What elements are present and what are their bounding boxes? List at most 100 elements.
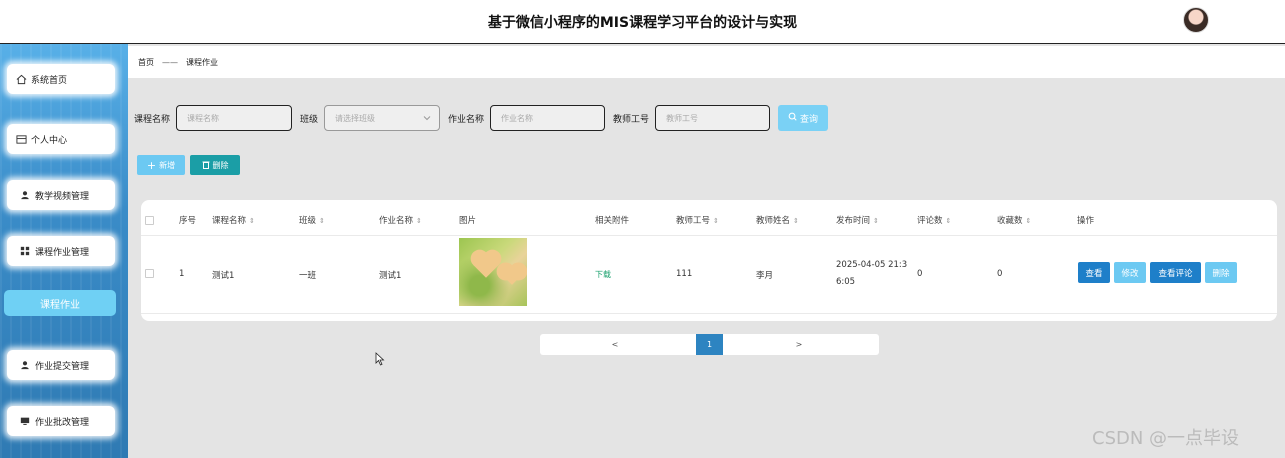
- course-name-input[interactable]: 课程名称: [176, 105, 293, 131]
- grid-icon: [19, 245, 31, 257]
- th-publish-time-label: 发布时间: [836, 216, 871, 226]
- prev-page-button[interactable]: <: [600, 334, 630, 355]
- sidebar-item-label: 作业提交管理: [35, 361, 90, 372]
- th-teacher-id[interactable]: 教师工号 ⇕: [676, 214, 719, 226]
- th-comments[interactable]: 评论数 ⇕: [917, 214, 951, 226]
- th-teacher-name[interactable]: 教师姓名 ⇕: [756, 214, 799, 226]
- th-publish-time[interactable]: 发布时间 ⇕: [836, 214, 879, 226]
- page-1-button[interactable]: 1: [696, 334, 723, 355]
- th-favorites-label: 收藏数: [997, 216, 1023, 226]
- sidebar-item-label: 个人中心: [31, 135, 68, 146]
- next-page-button[interactable]: >: [784, 334, 814, 355]
- app-title: 基于微信小程序的MIS课程学习平台的设计与实现: [487, 15, 798, 31]
- user-avatar[interactable]: [1183, 7, 1209, 33]
- sidebar-item-label: 系统首页: [31, 75, 68, 86]
- search-button[interactable]: 查询: [778, 105, 829, 131]
- add-button[interactable]: + 新增: [137, 155, 185, 175]
- cell-class: 一班: [299, 271, 317, 281]
- cell-comments: 0: [917, 269, 923, 279]
- sidebar-item-label: 教学视频管理: [35, 191, 90, 202]
- breadcrumb: 首页 —— 课程作业: [128, 46, 1285, 78]
- sidebar-subitem-label: 课程作业: [40, 299, 80, 311]
- row-delete-button[interactable]: 删除: [1205, 262, 1237, 283]
- add-button-label: 新增: [159, 160, 176, 170]
- homework-name-input[interactable]: 作业名称: [490, 105, 606, 131]
- view-comments-button[interactable]: 查看评论: [1150, 262, 1201, 283]
- class-select[interactable]: 请选择班级: [324, 105, 441, 131]
- sidebar-item-label: 作业批改管理: [35, 417, 90, 428]
- search-button-label: 查询: [800, 114, 819, 125]
- teacher-id-label: 教师工号: [613, 114, 650, 125]
- th-favorites[interactable]: 收藏数 ⇕: [997, 214, 1031, 226]
- sort-icon: ⇕: [713, 217, 719, 225]
- teacher-id-input[interactable]: 教师工号: [655, 105, 771, 131]
- th-class-label: 班级: [299, 216, 317, 226]
- th-attachment: 相关附件: [595, 216, 630, 226]
- watermark: CSDN @一点毕设: [1092, 428, 1240, 449]
- class-placeholder: 请选择班级: [335, 113, 376, 123]
- sidebar-item-homework-mgmt[interactable]: 课程作业管理: [7, 236, 115, 266]
- th-homework[interactable]: 作业名称 ⇕: [379, 214, 422, 226]
- th-image: 图片: [459, 216, 477, 226]
- view-button[interactable]: 查看: [1078, 262, 1110, 283]
- cell-publish-time-line2: 6:05: [836, 277, 856, 287]
- homework-name-label: 作业名称: [448, 114, 485, 125]
- sort-icon: ⇕: [416, 217, 422, 225]
- breadcrumb-home[interactable]: 首页: [138, 57, 154, 68]
- row-checkbox[interactable]: [145, 269, 154, 278]
- cell-teacher-name: 李月: [756, 271, 774, 281]
- edit-button[interactable]: 修改: [1114, 262, 1146, 283]
- cell-favorites: 0: [997, 269, 1003, 279]
- delete-button[interactable]: 删除: [190, 155, 240, 175]
- cell-course: 测试1: [212, 271, 235, 281]
- sidebar-item-grading[interactable]: 作业批改管理: [7, 406, 115, 436]
- delete-button-label: 删除: [212, 160, 229, 170]
- mouse-cursor-icon: [375, 352, 385, 369]
- homework-image[interactable]: [459, 238, 527, 306]
- class-label: 班级: [300, 114, 319, 125]
- homework-name-placeholder: 作业名称: [501, 113, 534, 123]
- cell-publish-time-line1: 2025-04-05 21:3: [836, 260, 908, 270]
- pagination: < 1 >: [540, 334, 879, 355]
- cell-index: 1: [179, 269, 185, 279]
- home-icon: [15, 73, 27, 85]
- sort-icon: ⇕: [793, 217, 799, 225]
- sidebar-item-label: 课程作业管理: [35, 247, 90, 258]
- plus-icon: +: [146, 158, 157, 172]
- select-all-checkbox[interactable]: [145, 216, 154, 225]
- top-bar: 基于微信小程序的MIS课程学习平台的设计与实现: [0, 0, 1285, 44]
- search-filters: 课程名称 课程名称 班级 请选择班级 作业名称 作业名称 教师工号 教师工号 查…: [134, 104, 829, 132]
- toolbar: + 新增 删除: [137, 155, 240, 175]
- teacher-id-placeholder: 教师工号: [666, 113, 699, 123]
- sidebar-item-video[interactable]: 教学视频管理: [7, 180, 115, 210]
- th-teacher-id-label: 教师工号: [676, 216, 711, 226]
- id-card-icon: [15, 133, 27, 145]
- heart-shape: [502, 265, 522, 285]
- row-divider: [141, 313, 1277, 314]
- sort-icon: ⇕: [1025, 217, 1032, 225]
- trash-icon: [202, 160, 210, 171]
- th-ops: 操作: [1077, 216, 1095, 226]
- cell-homework: 测试1: [379, 271, 402, 281]
- download-link[interactable]: 下载: [595, 269, 611, 280]
- heart-shape: [473, 252, 499, 278]
- header-divider: [141, 235, 1277, 236]
- breadcrumb-current: 课程作业: [186, 57, 218, 67]
- th-course[interactable]: 课程名称 ⇕: [212, 214, 255, 226]
- sidebar-item-home[interactable]: 系统首页: [7, 64, 115, 94]
- user-icon: [19, 359, 31, 371]
- sidebar-item-submission[interactable]: 作业提交管理: [7, 350, 115, 380]
- breadcrumb-separator: ——: [162, 57, 178, 67]
- th-comments-label: 评论数: [917, 216, 943, 226]
- th-index: 序号: [179, 216, 197, 226]
- sidebar-subitem-homework[interactable]: 课程作业: [4, 290, 116, 316]
- th-course-label: 课程名称: [212, 216, 247, 226]
- sort-icon: ⇕: [319, 217, 325, 225]
- sidebar-item-profile[interactable]: 个人中心: [7, 124, 115, 154]
- sort-icon: ⇕: [249, 217, 255, 225]
- th-teacher-name-label: 教师姓名: [756, 216, 791, 226]
- sort-icon: ⇕: [945, 217, 952, 225]
- cell-teacher-id: 111: [676, 269, 693, 279]
- th-class[interactable]: 班级 ⇕: [299, 214, 325, 226]
- course-name-placeholder: 课程名称: [187, 113, 220, 123]
